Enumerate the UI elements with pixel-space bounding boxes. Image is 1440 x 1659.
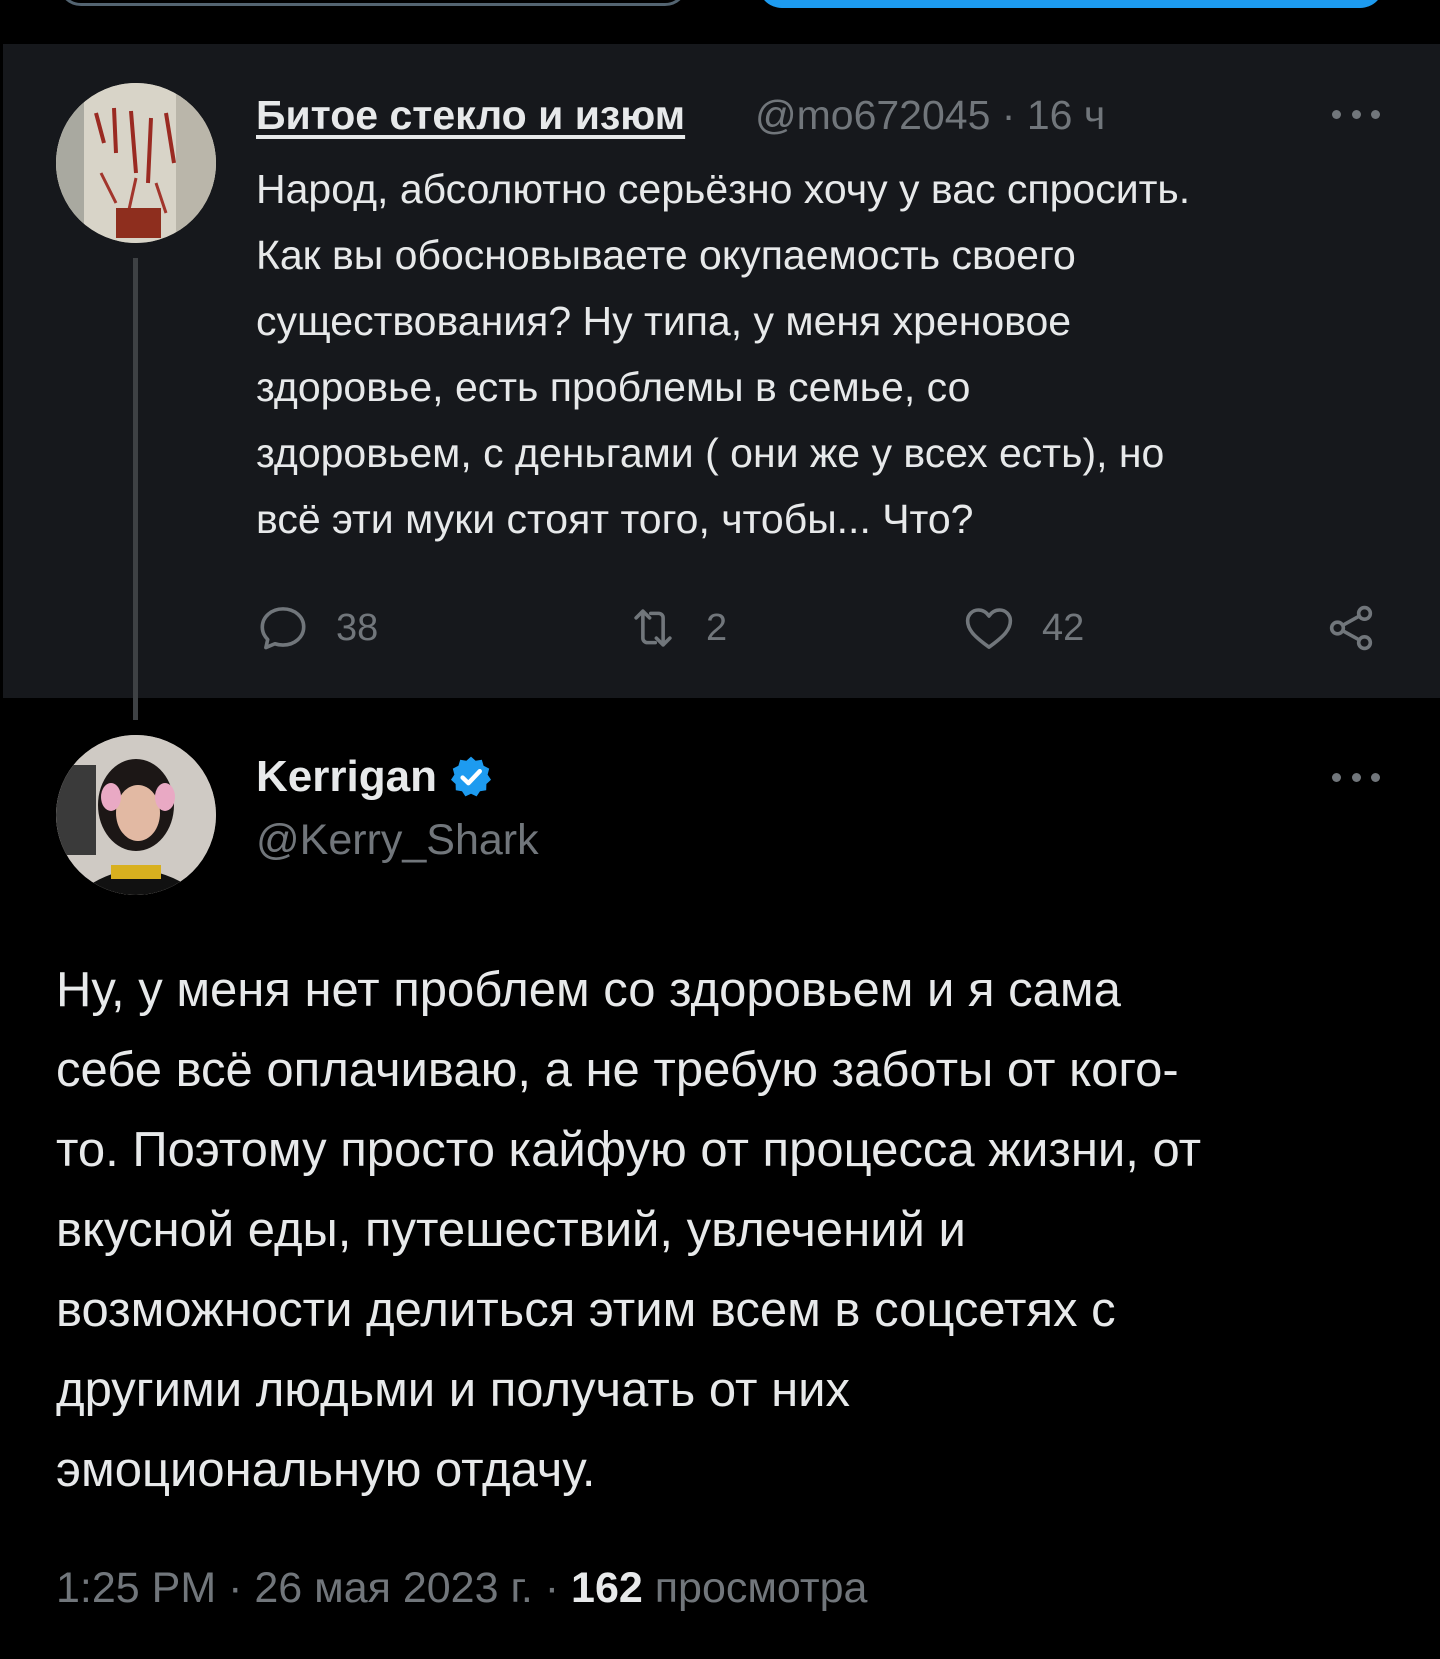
- parent-tweet-text: Народ, абсолютно серьёзно хочу у вас спр…: [256, 166, 1191, 542]
- reply-icon: [260, 607, 306, 650]
- verified-badge-icon[interactable]: [447, 753, 495, 801]
- parent-author-avatar[interactable]: [56, 83, 216, 243]
- main-author-name-text[interactable]: Kerrigan: [256, 752, 437, 802]
- views-label: просмотра: [642, 1564, 868, 1612]
- avatar-image: [56, 83, 216, 243]
- reply-count: 38: [336, 606, 379, 649]
- share-icon: [1329, 605, 1373, 651]
- main-author-handle[interactable]: @Kerry_Shark: [256, 816, 539, 865]
- more-horizontal-icon[interactable]: [1332, 104, 1380, 124]
- avatar-image: [56, 735, 216, 895]
- like-button[interactable]: 42: [962, 598, 1084, 658]
- reply-button[interactable]: 38: [256, 598, 378, 658]
- retweet-count: 2: [706, 606, 728, 649]
- main-tweet-text: Ну, у меня нет проблем со здоровьем и я …: [56, 963, 1202, 1497]
- tweet-timestamp[interactable]: 1:25 PM · 26 мая 2023 г. ·: [56, 1564, 571, 1612]
- retweet-button[interactable]: 2: [626, 598, 727, 658]
- main-author-avatar[interactable]: [56, 735, 216, 895]
- views-count[interactable]: 162: [571, 1564, 643, 1612]
- primary-action-button[interactable]: [758, 0, 1384, 8]
- like-count: 42: [1042, 606, 1085, 649]
- parent-tweet-time[interactable]: · 16 ч: [1002, 92, 1105, 138]
- retweet-icon: [634, 609, 672, 647]
- thread-connector-line: [133, 258, 138, 720]
- parent-author-name-link[interactable]: Битое стекло и изюм: [256, 92, 685, 139]
- main-author-name[interactable]: Kerrigan: [256, 752, 495, 802]
- share-button[interactable]: [1324, 598, 1378, 658]
- main-tweet-footer: 1:25 PM · 26 мая 2023 г. · 162 просмотра: [56, 1564, 867, 1613]
- parent-author-meta: @mo672045 · 16 ч: [755, 92, 1105, 139]
- heart-icon: [965, 608, 1013, 649]
- more-horizontal-icon[interactable]: [1332, 767, 1380, 787]
- secondary-action-button[interactable]: [58, 0, 688, 6]
- parent-author-handle[interactable]: @mo672045: [755, 92, 990, 138]
- top-action-bar: [0, 0, 1440, 44]
